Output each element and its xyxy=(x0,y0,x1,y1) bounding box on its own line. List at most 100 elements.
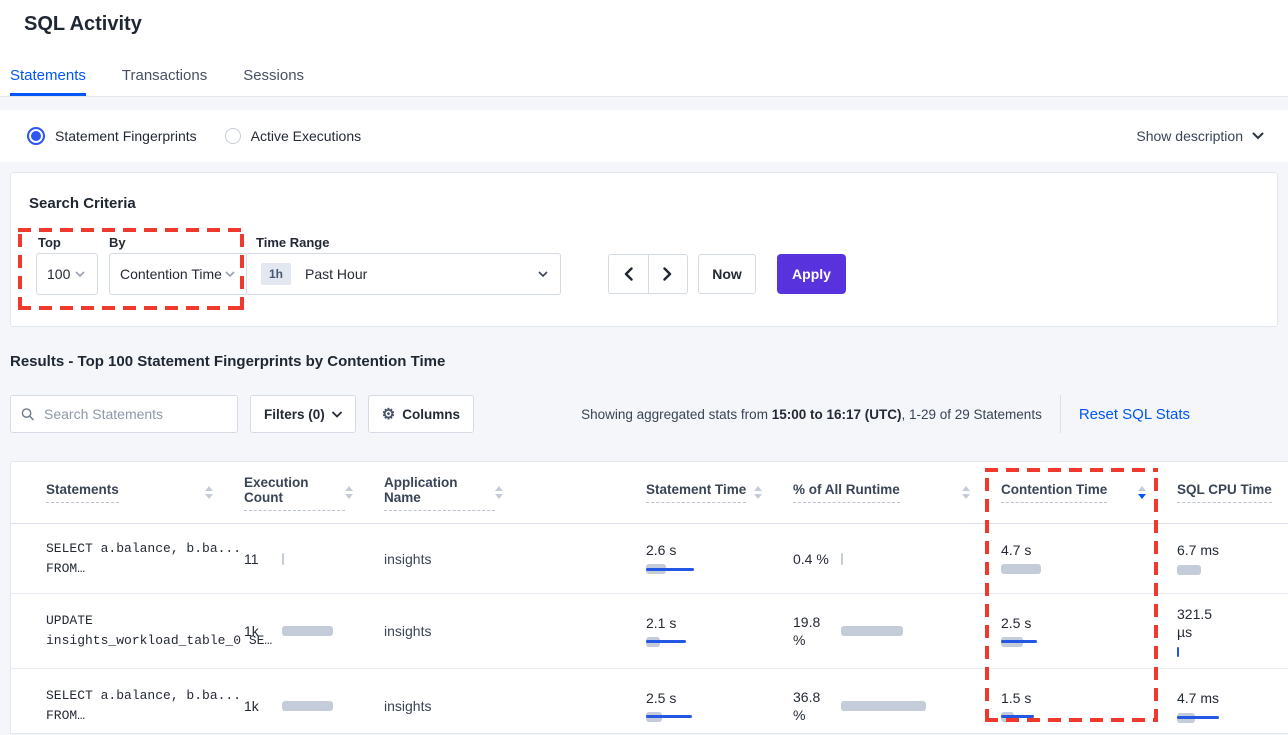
sort-icon[interactable] xyxy=(345,486,353,499)
pct-runtime-cell: 0.4 % xyxy=(775,524,983,594)
statement-line: SELECT a.balance, b.ba... xyxy=(46,686,225,706)
tab-transactions[interactable]: Transactions xyxy=(122,67,207,96)
vertical-divider xyxy=(1060,395,1061,433)
columns-button-label: Columns xyxy=(402,407,460,422)
chevron-down-icon xyxy=(1252,132,1264,140)
metric-value: 321.5 µs xyxy=(1177,605,1223,641)
statement-fingerprint-link[interactable]: SELECT a.balance, b.ba...FROM… xyxy=(46,539,225,579)
search-criteria-heading: Search Criteria xyxy=(29,195,136,212)
by-select[interactable]: Contention Time xyxy=(109,253,248,295)
column-label: Application Name xyxy=(384,475,495,511)
sort-asc-arrow xyxy=(1138,486,1146,491)
column-header-contention-time[interactable]: Contention Time xyxy=(983,462,1159,524)
table-header-row: StatementsExecution Count Application Nam… xyxy=(11,462,1288,524)
by-label: By xyxy=(109,235,126,250)
top-label: Top xyxy=(38,235,61,250)
bar-total xyxy=(1001,564,1041,574)
metric-value: 0.4 % xyxy=(793,550,833,568)
tab-statements[interactable]: Statements xyxy=(10,67,86,96)
gear-icon: ⚙︎ xyxy=(382,407,395,422)
sort-icon[interactable] xyxy=(205,486,213,499)
apply-button[interactable]: Apply xyxy=(777,254,846,294)
metric-value: 4.7 ms xyxy=(1177,689,1223,707)
now-button[interactable]: Now xyxy=(698,254,756,294)
radio-option-statement-fingerprints[interactable]: Statement Fingerprints xyxy=(27,127,197,145)
column-header--of-all-runtime[interactable]: % of All Runtime xyxy=(775,462,983,524)
sql-cpu-time-cell: 6.7 ms xyxy=(1159,524,1288,594)
cell-bar-chart xyxy=(1001,563,1041,575)
cell-bar-chart xyxy=(1001,711,1034,723)
sort-icon[interactable] xyxy=(754,486,762,499)
column-header-statement-time[interactable]: Statement Time xyxy=(516,462,775,524)
column-label: Contention Time xyxy=(1001,482,1107,503)
reset-sql-stats-link[interactable]: Reset SQL Stats xyxy=(1079,406,1190,423)
metric-value: 1k xyxy=(244,623,274,639)
cell-bar-chart xyxy=(282,553,284,565)
cell-bar-chart xyxy=(646,636,686,648)
columns-button[interactable]: ⚙︎ Columns xyxy=(368,395,474,433)
metric-value: 1.5 s xyxy=(1001,690,1158,706)
top-select-value: 100 xyxy=(47,266,70,282)
chevron-down-icon xyxy=(75,271,85,277)
next-time-button[interactable] xyxy=(648,254,689,294)
view-toggle-bar: Statement FingerprintsActive Executions … xyxy=(0,110,1288,162)
time-range-select[interactable]: 1h Past Hour xyxy=(246,253,561,295)
cell-bar-chart xyxy=(1177,712,1219,724)
sort-asc-arrow xyxy=(495,486,503,491)
filters-button-label: Filters (0) xyxy=(264,407,325,422)
sort-icon[interactable] xyxy=(1138,486,1146,499)
column-header-application-name[interactable]: Application Name xyxy=(366,462,516,524)
metric-value: 2.5 s xyxy=(646,690,774,706)
tab-sessions[interactable]: Sessions xyxy=(243,67,304,96)
radio-label: Active Executions xyxy=(251,128,362,144)
radio-option-active-executions[interactable]: Active Executions xyxy=(225,128,362,144)
prev-time-button[interactable] xyxy=(608,254,648,294)
statement-line: SELECT a.balance, b.ba... xyxy=(46,539,225,559)
sort-desc-arrow xyxy=(345,494,353,499)
column-header-statements[interactable]: Statements xyxy=(11,462,226,524)
statement-line: FROM… xyxy=(46,559,225,579)
page-header: SQL Activity Statements Transactions Sessi… xyxy=(0,0,1288,97)
sort-icon[interactable] xyxy=(495,486,503,499)
sort-icon[interactable] xyxy=(962,486,970,499)
search-statements-box xyxy=(10,395,238,433)
statement-cell: SELECT a.balance, b.ba...FROM… xyxy=(11,524,226,594)
statement-fingerprint-link[interactable]: UPDATEinsights_workload_table_0 SE… xyxy=(46,611,225,651)
statement-row: SELECT a.balance, b.ba...FROM…11insights… xyxy=(11,524,1288,594)
sort-desc-arrow xyxy=(1138,494,1146,499)
sort-desc-arrow xyxy=(754,494,762,499)
application-name-cell: insights xyxy=(366,669,516,735)
statement-fingerprint-link[interactable]: SELECT a.balance, b.ba...FROM… xyxy=(46,686,225,726)
show-description-toggle[interactable]: Show description xyxy=(1136,128,1264,144)
stats-time-range: 15:00 to 16:17 (UTC) xyxy=(772,407,902,422)
metric-value: 6.7 ms xyxy=(1177,541,1223,559)
bar-total xyxy=(841,626,903,636)
statements-table-body: SELECT a.balance, b.ba...FROM…11insights… xyxy=(11,524,1288,735)
search-statements-input[interactable] xyxy=(42,405,227,423)
column-header-execution-count[interactable]: Execution Count xyxy=(226,462,366,524)
page-title: SQL Activity xyxy=(24,13,1288,36)
application-name-cell: insights xyxy=(366,594,516,669)
column-label: Statement Time xyxy=(646,482,746,503)
execution-count-cell: 1k xyxy=(226,594,366,669)
application-name: insights xyxy=(384,623,431,639)
by-select-value: Contention Time xyxy=(120,266,222,282)
bar-mean-line xyxy=(646,640,686,643)
sql-cpu-time-cell: 321.5 µs xyxy=(1159,594,1288,669)
metric-value: 36.8 % xyxy=(793,688,833,724)
sort-asc-arrow xyxy=(345,486,353,491)
cell-bar-chart xyxy=(841,700,926,712)
column-header-sql-cpu-time[interactable]: SQL CPU Time xyxy=(1159,462,1288,524)
column-label: SQL CPU Time xyxy=(1177,482,1272,503)
cell-bar-chart xyxy=(1177,646,1179,658)
chevron-right-icon xyxy=(663,267,672,281)
search-icon xyxy=(21,407,34,421)
filters-button[interactable]: Filters (0) xyxy=(250,395,356,433)
bar-tick xyxy=(282,553,284,565)
bar-total xyxy=(1177,565,1201,575)
chevron-left-icon xyxy=(624,267,633,281)
cell-bar-chart xyxy=(282,700,333,712)
application-name-cell: insights xyxy=(366,524,516,594)
top-select[interactable]: 100 xyxy=(36,253,98,295)
statement-line: insights_workload_table_0 SE… xyxy=(46,631,225,651)
